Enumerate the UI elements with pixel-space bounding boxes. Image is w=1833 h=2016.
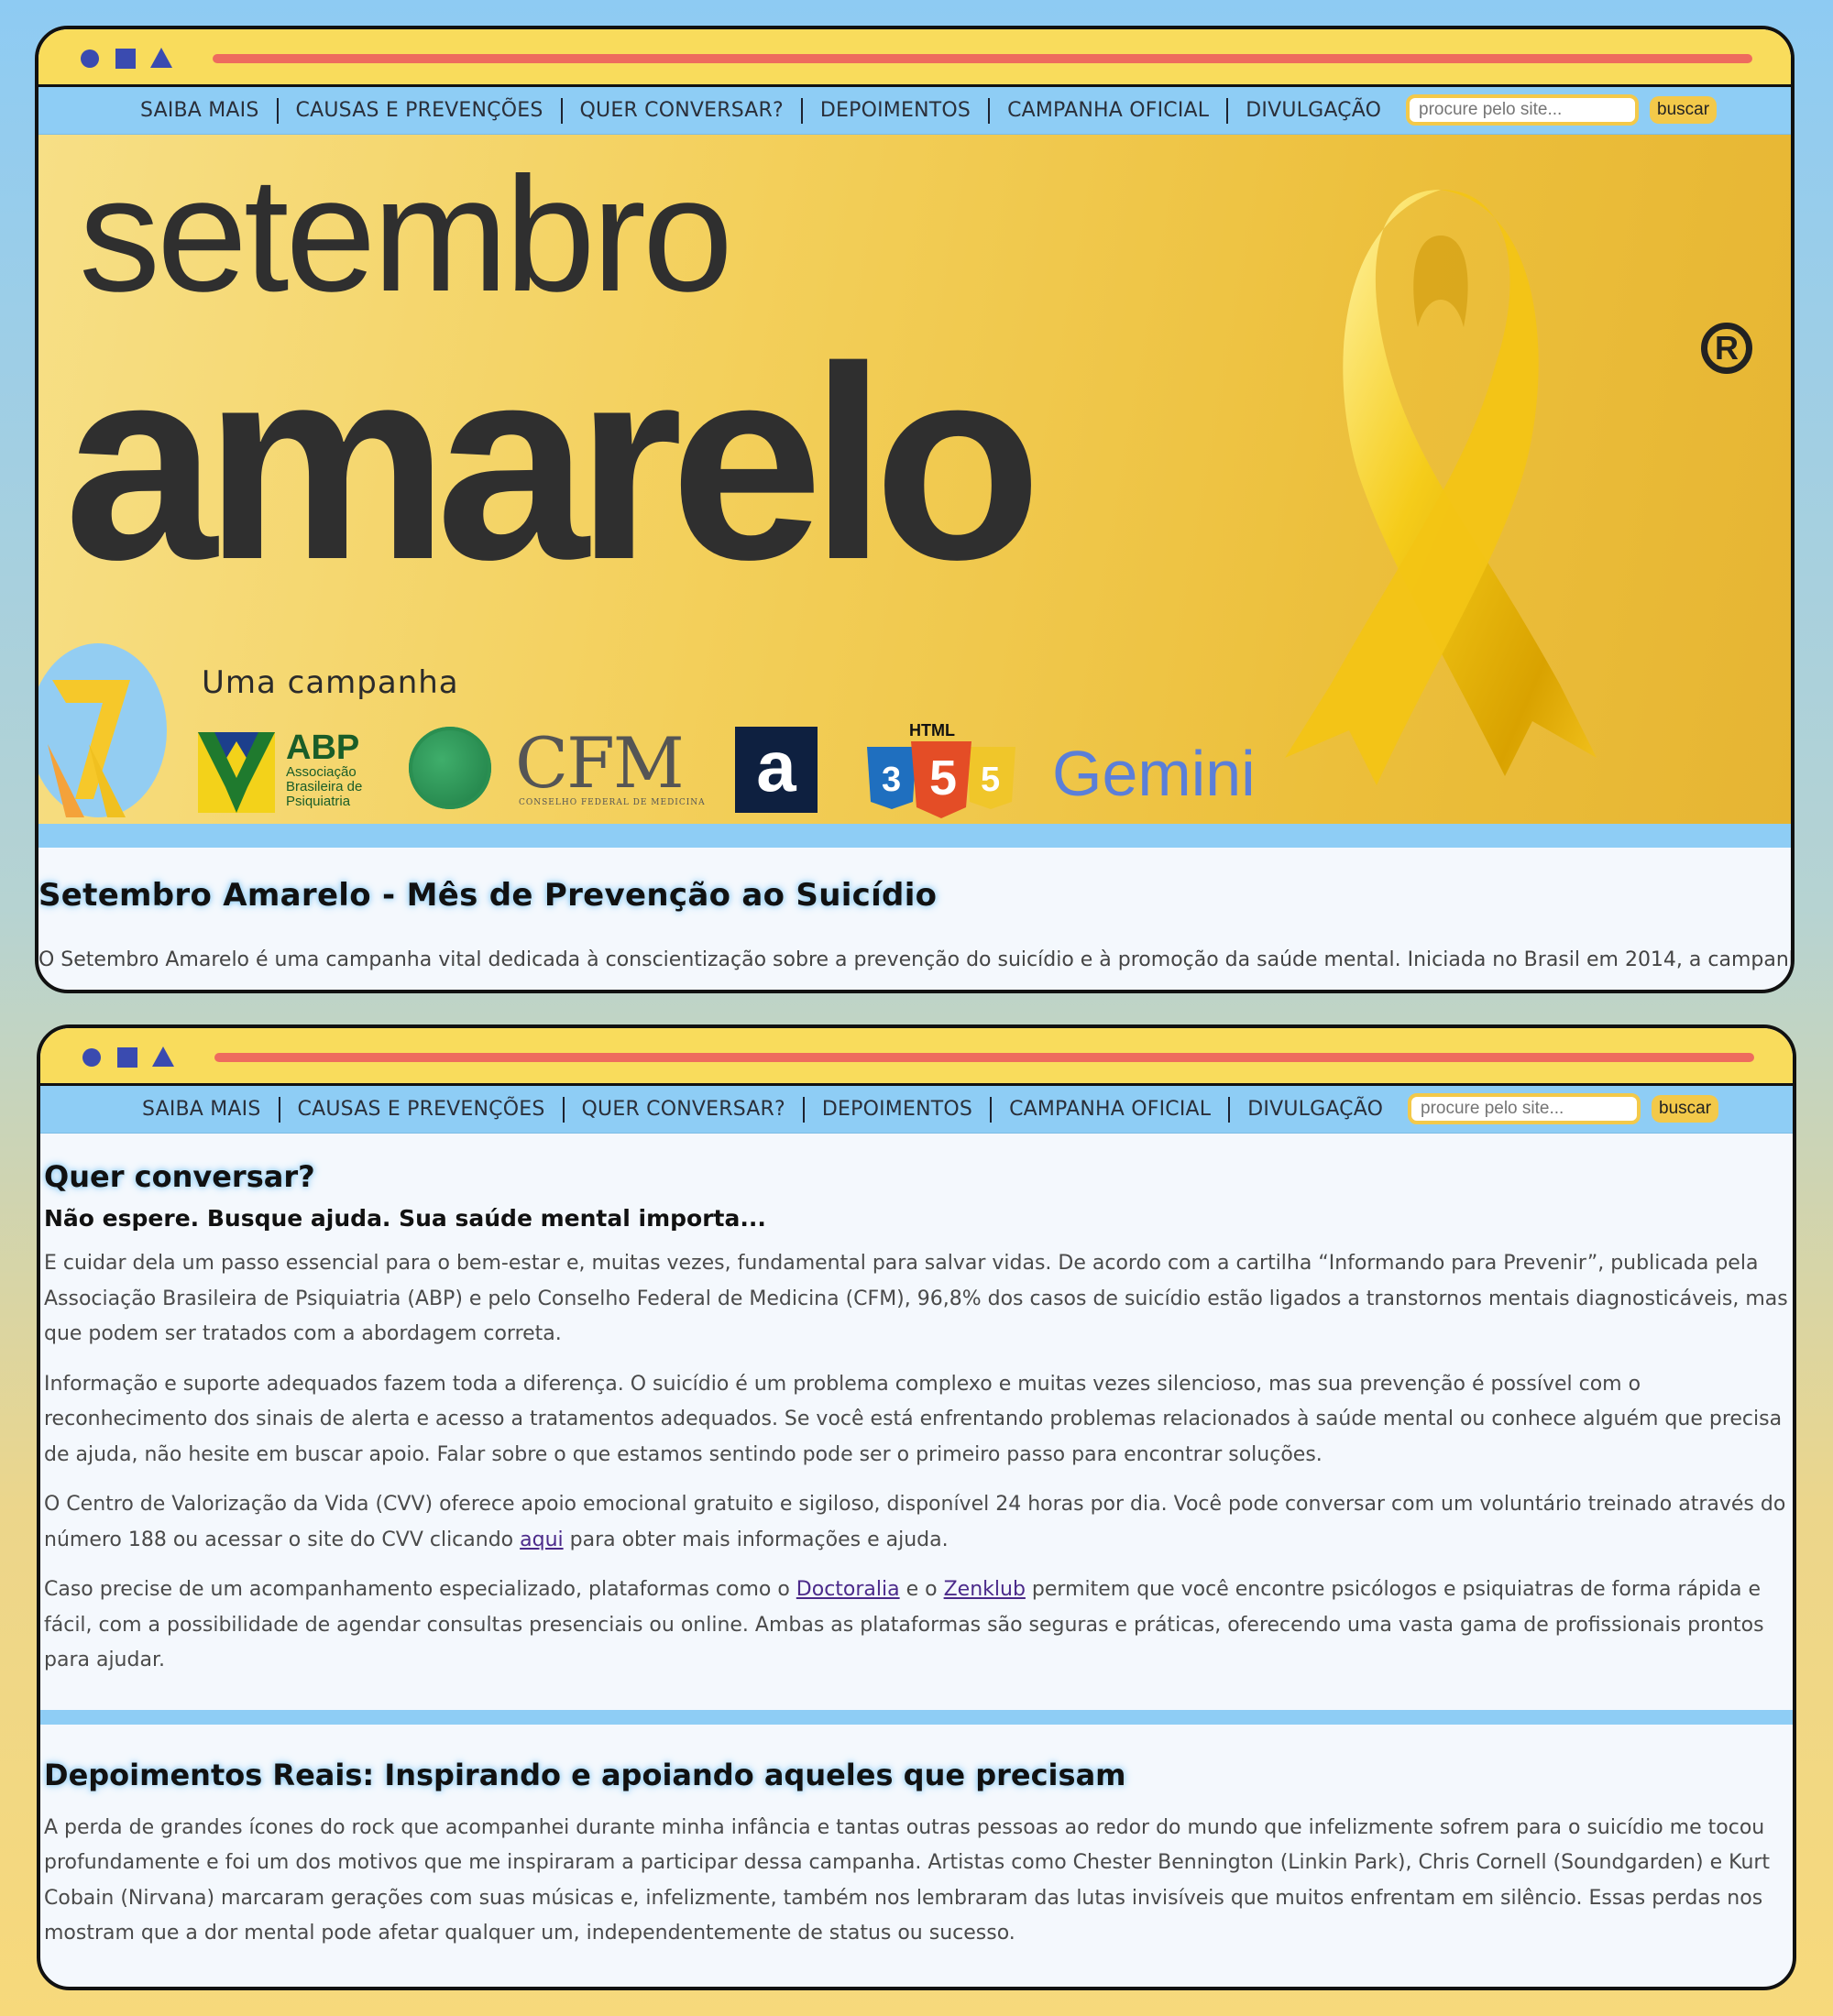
search-button[interactable]: buscar — [1652, 1095, 1719, 1123]
cvv-link[interactable]: aqui — [520, 1528, 564, 1551]
small-ribbon-icon — [48, 680, 130, 817]
square-shape-icon — [117, 1047, 137, 1068]
banner-setembro-text: setembro — [79, 143, 733, 325]
banner-divider — [38, 824, 1791, 848]
nav-item-saiba-mais[interactable]: SAIBA MAIS — [125, 1097, 279, 1123]
window-titlebar — [40, 1028, 1793, 1086]
search-input[interactable] — [1408, 1093, 1641, 1124]
search-box: buscar — [1408, 1093, 1719, 1124]
campaign-label: Uma campanha — [202, 664, 459, 701]
circle-shape-icon — [82, 1048, 101, 1067]
paragraph-1: E cuidar dela um passo essencial para o … — [44, 1252, 1788, 1345]
intro-section: Setembro Amarelo - Mês de Prevenção ao S… — [38, 848, 1791, 978]
abp-full-3: Psiquiatria — [286, 794, 351, 809]
nav-item-campanha-oficial[interactable]: CAMPANHA OFICIAL — [988, 97, 1226, 124]
depoimentos-section: Depoimentos Reais: Inspirando e apoiando… — [40, 1725, 1793, 1952]
nav-item-divulgacao[interactable]: DIVULGAÇÃO — [1228, 1096, 1400, 1123]
titlebar-accent-bar — [214, 1053, 1754, 1062]
abp-name: ABP — [286, 729, 360, 767]
cfm-full-name: CONSELHO FEDERAL DE MEDICINA — [519, 798, 706, 807]
cfm-name: CFM — [515, 722, 685, 804]
paragraph-4: Caso precise de um acompanhamento especi… — [44, 1572, 1793, 1679]
intro-paragraph: O Setembro Amarelo é uma campanha vital … — [38, 948, 1795, 971]
paragraph-4-text-a: Caso precise de um acompanhamento especi… — [44, 1578, 796, 1601]
cfm-emblem-icon — [409, 727, 491, 809]
search-button[interactable]: buscar — [1650, 96, 1718, 124]
nav-item-campanha-oficial[interactable]: CAMPANHA OFICIAL — [990, 1096, 1228, 1123]
svg-text:5: 5 — [929, 751, 957, 805]
nav-menu: SAIBA MAIS CAUSAS E PREVENÇÕES QUER CONV… — [123, 87, 1399, 134]
browser-window-bottom: SAIBA MAIS CAUSAS E PREVENÇÕES QUER CONV… — [37, 1024, 1796, 1990]
abp-text: ABP Associação Brasileira de Psiquiatria — [286, 730, 362, 809]
paragraph-3: O Centro de Valorização da Vida (CVV) of… — [44, 1487, 1793, 1558]
nav-menu: SAIBA MAIS CAUSAS E PREVENÇÕES QUER CONV… — [125, 1086, 1400, 1133]
section-title-conversar: Quer conversar? — [44, 1159, 315, 1194]
quer-conversar-section: Quer conversar? Não espere. Busque ajuda… — [40, 1134, 1793, 1679]
depoimentos-paragraph: A perda de grandes ícones do rock que ac… — [44, 1815, 1771, 1945]
nav-item-quer-conversar[interactable]: QUER CONVERSAR? — [562, 1096, 803, 1123]
nav-item-causas[interactable]: CAUSAS E PREVENÇÕES — [278, 1096, 563, 1123]
circle-shape-icon — [81, 49, 99, 68]
section-divider — [40, 1709, 1793, 1725]
triangle-shape-icon — [152, 1046, 174, 1067]
titlebar-accent-bar — [213, 54, 1752, 63]
triangle-shape-icon — [150, 48, 172, 68]
nav-item-quer-conversar[interactable]: QUER CONVERSAR? — [560, 97, 801, 124]
window-titlebar — [38, 29, 1791, 87]
abp-full-1: Associação — [286, 764, 357, 780]
html-css-js-logo-icon: HTML 5 3 5 — [867, 721, 1015, 818]
registered-mark: R — [1701, 323, 1752, 374]
browser-window-top: SAIBA MAIS CAUSAS E PREVENÇÕES QUER CONV… — [35, 26, 1795, 993]
svg-text:3: 3 — [882, 761, 901, 799]
paragraph-2: Informação e suporte adequados fazem tod… — [44, 1372, 1783, 1466]
search-box: buscar — [1406, 94, 1718, 126]
paragraph-3-text-b: para obter mais informações e ajuda. — [563, 1528, 949, 1551]
html-label: HTML — [909, 721, 955, 740]
nav-item-divulgacao[interactable]: DIVULGAÇÃO — [1226, 97, 1399, 124]
nav-bar: SAIBA MAIS CAUSAS E PREVENÇÕES QUER CONV… — [40, 1086, 1793, 1134]
nav-item-depoimentos[interactable]: DEPOIMENTOS — [800, 97, 988, 124]
page-title: Setembro Amarelo - Mês de Prevenção ao S… — [38, 877, 938, 914]
yellow-ribbon-icon — [1285, 190, 1597, 785]
paragraph-4-text-b: e o — [899, 1578, 944, 1601]
square-shape-icon — [115, 49, 136, 69]
a-logo: a — [735, 727, 818, 813]
section-title-depoimentos: Depoimentos Reais: Inspirando e apoiando… — [44, 1757, 1126, 1792]
nav-item-causas[interactable]: CAUSAS E PREVENÇÕES — [276, 97, 561, 124]
abp-full-2: Brasileira de — [286, 779, 363, 794]
banner-amarelo-text: amarelo — [64, 309, 1042, 617]
zenklub-link[interactable]: Zenklub — [944, 1578, 1026, 1601]
nav-item-depoimentos[interactable]: DEPOIMENTOS — [802, 1096, 990, 1123]
doctoralia-link[interactable]: Doctoralia — [796, 1578, 900, 1601]
hero-banner: setembro amarelo R Uma campanha ABP Asso… — [38, 135, 1791, 824]
nav-item-saiba-mais[interactable]: SAIBA MAIS — [123, 98, 277, 124]
gemini-logo: Gemini — [1052, 738, 1256, 809]
nav-bar: SAIBA MAIS CAUSAS E PREVENÇÕES QUER CONV… — [38, 87, 1791, 135]
svg-text:5: 5 — [981, 761, 1000, 799]
section-subtitle-conversar: Não espere. Busque ajuda. Sua saúde ment… — [44, 1205, 766, 1232]
search-input[interactable] — [1406, 94, 1639, 126]
